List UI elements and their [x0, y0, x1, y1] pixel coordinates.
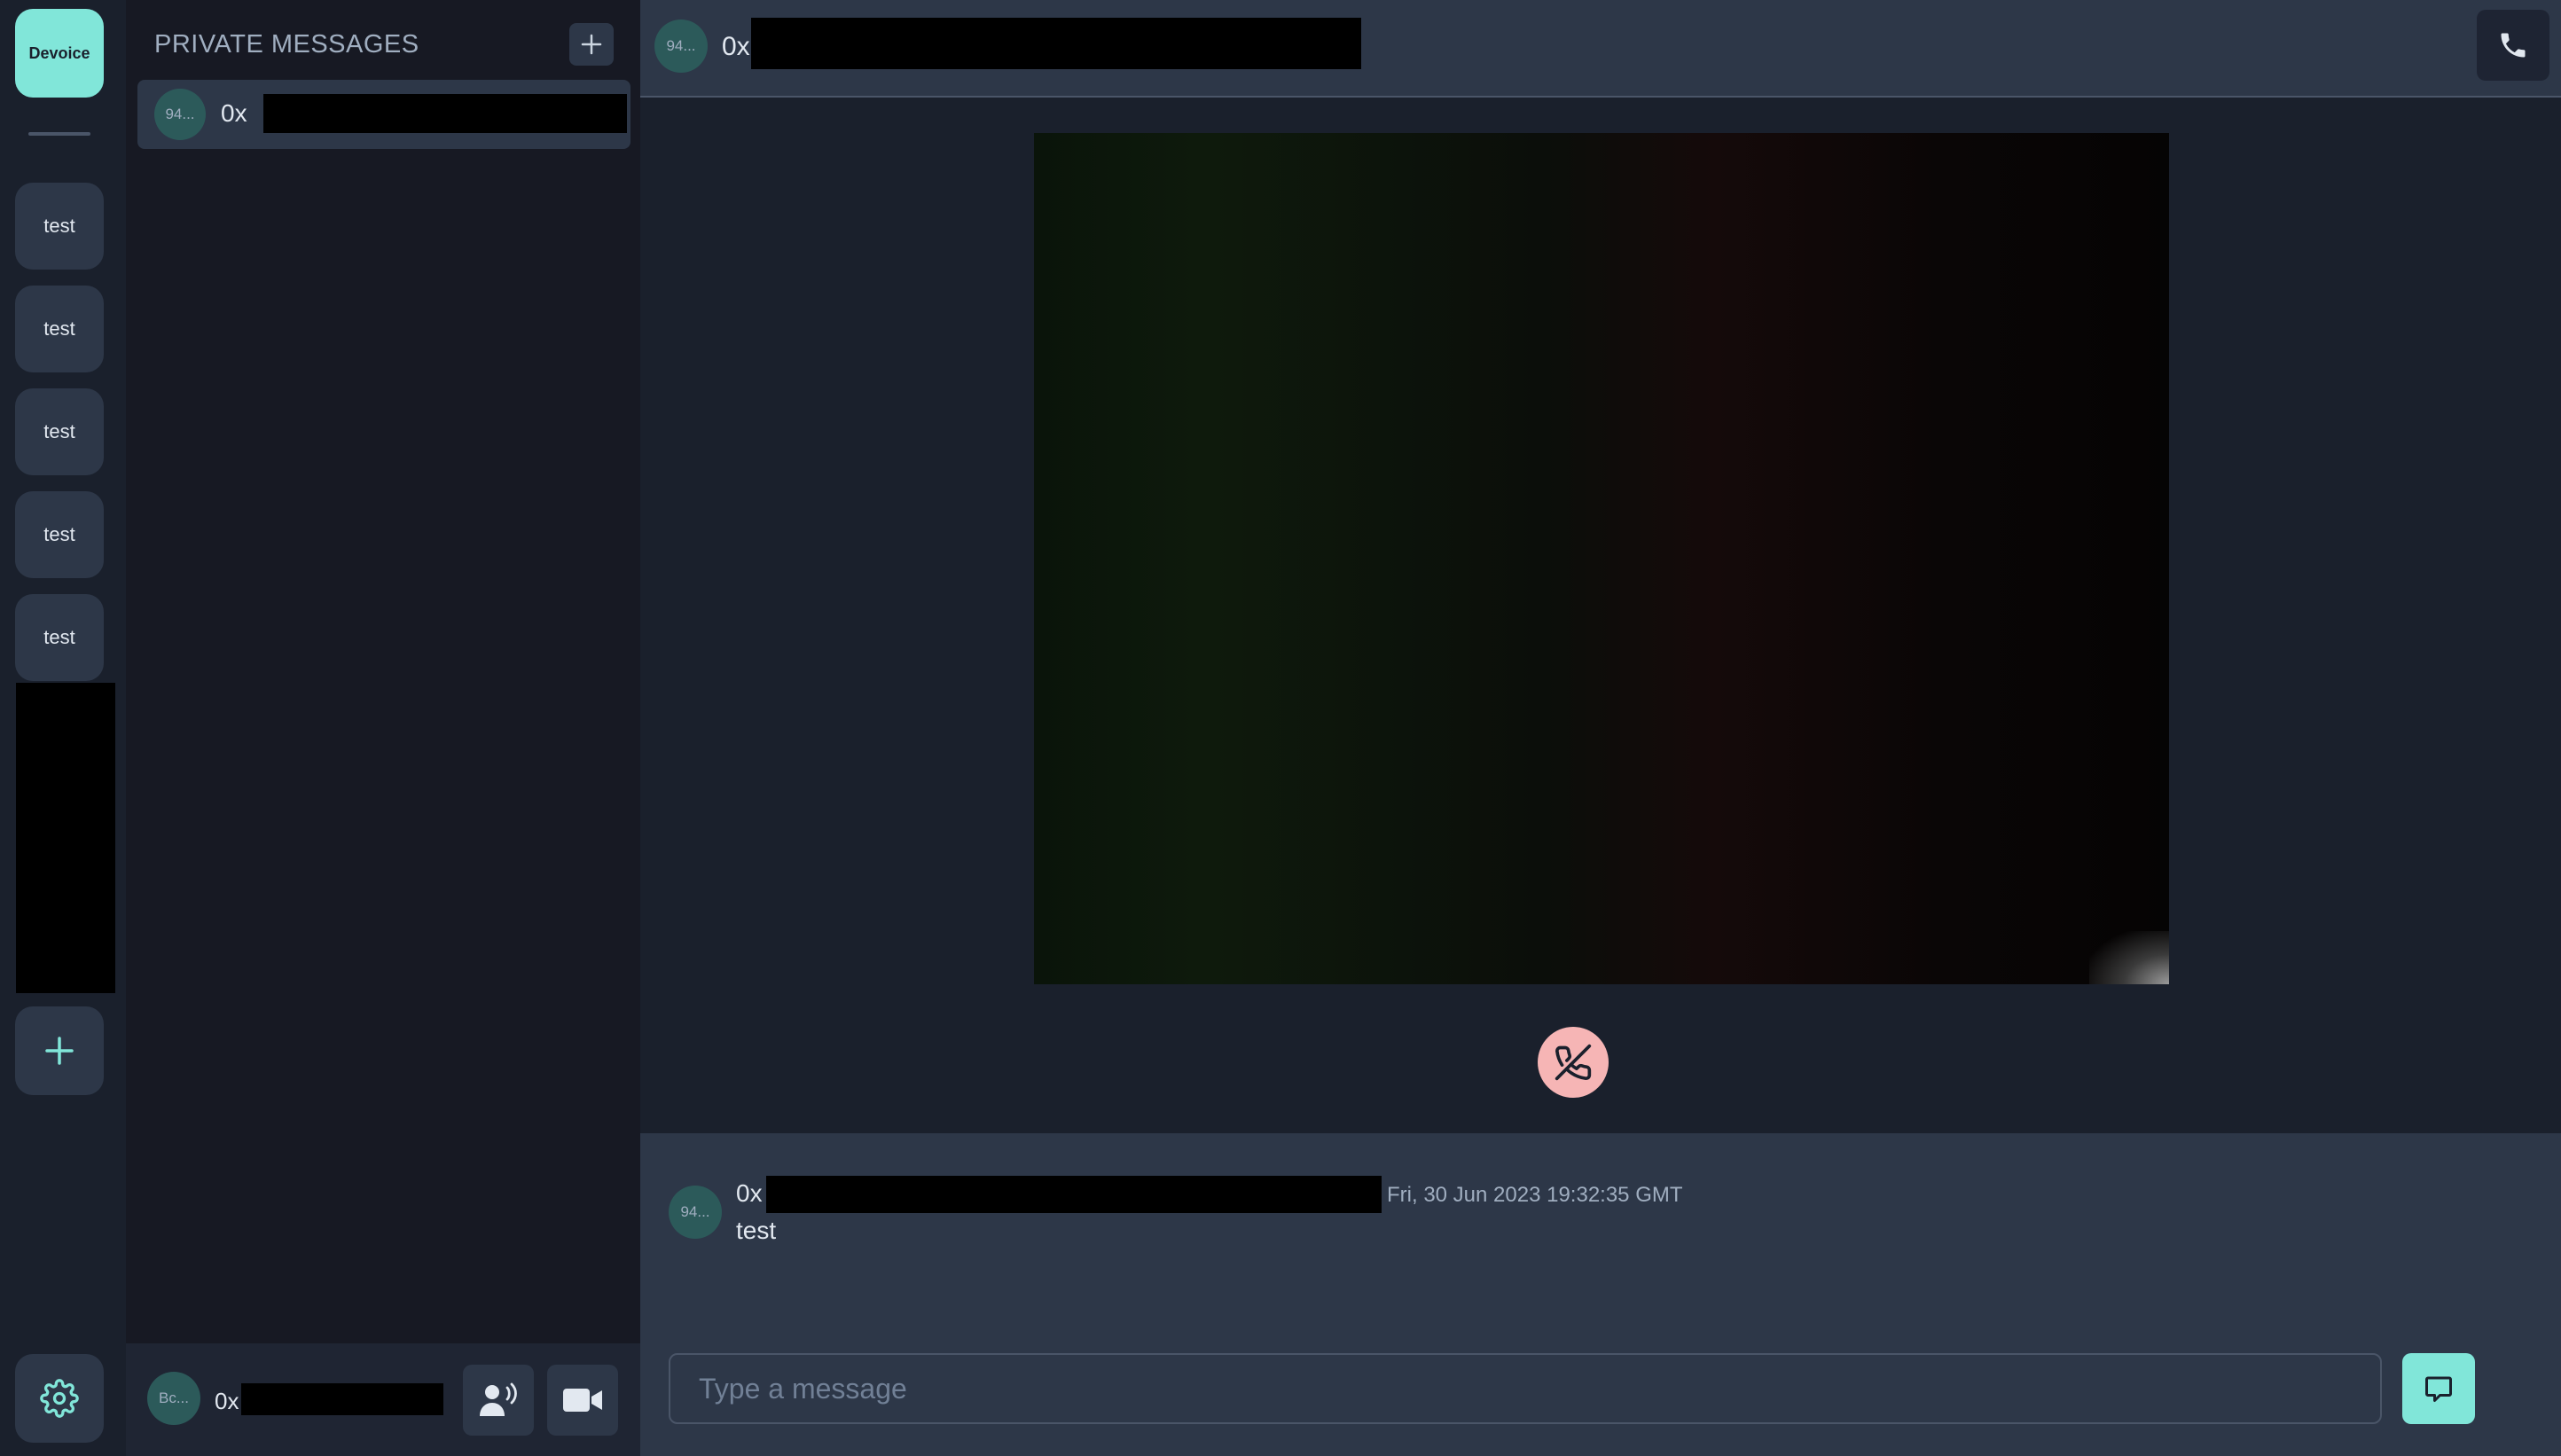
- avatar: 94...: [154, 89, 206, 140]
- home-logo-button[interactable]: Devoice: [15, 9, 104, 98]
- video-stream: [1034, 133, 2169, 984]
- server-item[interactable]: test: [15, 388, 104, 475]
- redacted-address: [241, 1383, 443, 1415]
- message-timestamp: Fri, 30 Jun 2023 19:32:35 GMT: [1387, 1183, 1683, 1207]
- user-address: 0x: [215, 1388, 239, 1414]
- message-composer: [669, 1353, 2382, 1424]
- gear-icon: [40, 1379, 79, 1418]
- avatar: 94...: [669, 1186, 722, 1239]
- conversation-title: 0x: [722, 32, 750, 61]
- speak-icon: [480, 1382, 517, 1416]
- message-author: 0x: [736, 1179, 763, 1207]
- app-root: Devoice test test test test test PRIVATE…: [0, 0, 2561, 1456]
- server-item[interactable]: test: [15, 183, 104, 270]
- server-item[interactable]: test: [15, 594, 104, 681]
- message-text: test: [736, 1217, 777, 1244]
- redacted-address: [766, 1176, 1382, 1213]
- hang-up-button[interactable]: [1538, 1027, 1609, 1098]
- message-input[interactable]: [670, 1355, 2380, 1422]
- video-toggle-button[interactable]: [547, 1365, 618, 1436]
- sidebar-title: PRIVATE MESSAGES: [154, 30, 419, 59]
- server-rail: Devoice test test test test test: [0, 0, 126, 1456]
- new-message-button[interactable]: [569, 23, 614, 66]
- conversation-address: 0x: [221, 99, 247, 127]
- conversation-main: 94... 0x 94... 0x Fri, 30 Jun 2023 19:32…: [640, 0, 2561, 1456]
- redacted-address: [263, 94, 627, 133]
- send-button[interactable]: [2402, 1353, 2475, 1424]
- redacted-address: [751, 18, 1361, 69]
- chat-bubble-icon: [2425, 1376, 2452, 1402]
- conversation-item[interactable]: 94... 0x: [137, 80, 630, 149]
- call-button[interactable]: [2477, 10, 2549, 81]
- plus-icon: [581, 34, 602, 55]
- server-item[interactable]: test: [15, 491, 104, 578]
- voice-toggle-button[interactable]: [463, 1365, 534, 1436]
- avatar: 94...: [654, 20, 708, 73]
- current-user-panel: Bc... 0x: [126, 1343, 640, 1456]
- video-camera-icon: [563, 1389, 602, 1412]
- add-server-button[interactable]: [15, 1006, 104, 1095]
- avatar: Bc...: [147, 1372, 200, 1425]
- server-item[interactable]: test: [15, 286, 104, 372]
- settings-button[interactable]: [15, 1354, 104, 1443]
- redacted-block: [16, 683, 115, 993]
- phone-icon: [2501, 33, 2526, 58]
- phone-off-icon: [1555, 1044, 1592, 1081]
- rail-divider: [28, 132, 90, 136]
- message-list: 94... 0x Fri, 30 Jun 2023 19:32:35 GMT t…: [640, 1133, 2561, 1456]
- plus-icon: [45, 1037, 74, 1065]
- private-messages-sidebar: PRIVATE MESSAGES 94... 0x Bc... 0x: [126, 0, 640, 1456]
- conversation-header: 94... 0x: [640, 0, 2561, 98]
